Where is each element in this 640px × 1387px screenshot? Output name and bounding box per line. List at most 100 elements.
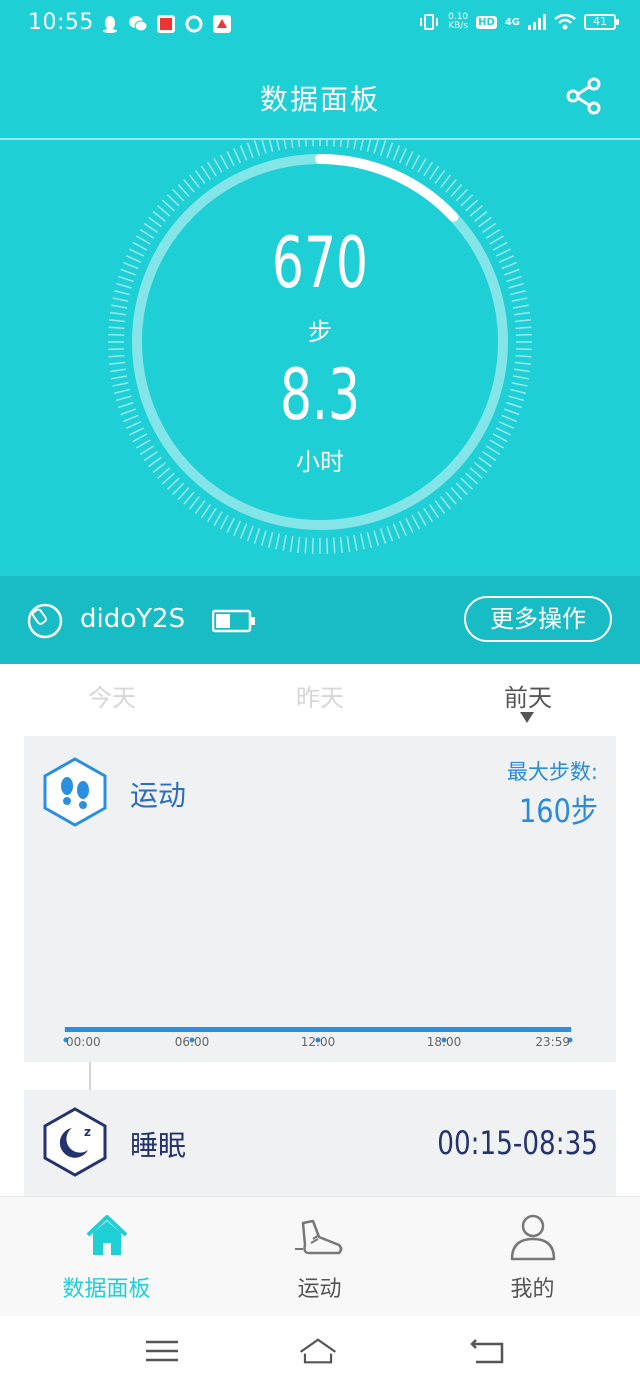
ring-tick (166, 194, 180, 207)
ring-tick (379, 140, 387, 156)
ring-tick (200, 165, 212, 180)
nav-me[interactable]: 我的 (426, 1197, 639, 1317)
ring-tick (312, 140, 314, 147)
ring-tick (386, 525, 394, 542)
home-nav-icon[interactable] (298, 1334, 338, 1368)
chart-tick-label: 12:00 (301, 1035, 336, 1049)
ring-tick (405, 517, 414, 533)
nav-dashboard[interactable]: 数据面板 (0, 1197, 213, 1317)
ring-tick (346, 535, 351, 553)
ring-tick (213, 158, 223, 173)
page-title: 数据面板 (259, 83, 380, 116)
ring-tick (304, 537, 308, 554)
system-nav-bar (0, 1316, 640, 1387)
vibrate-icon (420, 14, 439, 30)
ring-tick (282, 534, 287, 551)
ring-tick (445, 491, 457, 505)
ring-tick (339, 140, 342, 148)
nav-me-label: 我的 (510, 1277, 555, 1302)
ring-tick (512, 304, 529, 309)
signal-icon (528, 14, 546, 30)
ring-tick (177, 183, 190, 197)
ring-tick (267, 531, 274, 548)
menu-icon[interactable] (142, 1334, 182, 1368)
nav-sport[interactable]: 运动 (213, 1197, 426, 1317)
ring-tick (373, 530, 380, 546)
day-tabs: 今天 昨天 前天 (0, 664, 640, 734)
ring-tick (428, 165, 440, 180)
ring-tick (166, 477, 180, 490)
ring-tick (332, 537, 336, 554)
tab-yesterday[interactable]: 昨天 (220, 678, 420, 713)
ring-tick (219, 154, 229, 170)
wifi-icon (554, 14, 576, 30)
ring-tick (275, 533, 280, 550)
status-time: 10:55 (28, 10, 94, 35)
ring-tick (399, 520, 407, 536)
ring-tick (239, 145, 248, 161)
ring-tick (434, 500, 446, 514)
ring-tick (445, 179, 457, 193)
ring-tick (515, 348, 532, 351)
ring-tick (399, 148, 407, 164)
ring-tick (260, 530, 267, 546)
ring-tick (450, 487, 463, 501)
back-icon[interactable] (468, 1334, 508, 1368)
ring-tick (200, 504, 212, 519)
ring-tick (194, 500, 206, 514)
sleep-card[interactable]: z 睡眠 00:15-08:35 (24, 1090, 616, 1196)
chart-tick-label: 06:00 (175, 1035, 210, 1049)
net-speed-unit: KB/s (448, 21, 469, 31)
wechat-icon (129, 16, 148, 32)
ring-tick (311, 537, 314, 554)
ring-tick (460, 194, 474, 207)
ring-tick (440, 174, 452, 189)
more-actions-button[interactable]: 更多操作 (464, 596, 612, 642)
ring-tick (450, 183, 463, 197)
ring-tick (276, 140, 280, 151)
ring-tick (253, 140, 261, 156)
device-battery-icon (212, 609, 255, 633)
ring-tick (298, 140, 301, 148)
ring-tick (405, 151, 414, 167)
ring-tick (188, 495, 200, 510)
ring-tick (226, 517, 235, 533)
device-name: didoY2S (80, 604, 186, 634)
nav-sport-label: 运动 (297, 1277, 342, 1302)
ring-tick (226, 151, 235, 167)
chart-tick-label: 23:59 (535, 1035, 570, 1049)
ring-tick (261, 140, 267, 154)
ring-tick (428, 504, 440, 519)
ring-tick (465, 199, 479, 212)
hours-unit: 小时 (296, 448, 344, 476)
activity-card[interactable]: 运动 最大步数: 160步 00:00 06:00 12:00 18:00 23:59 (24, 736, 616, 1062)
network-type: 4G (504, 16, 520, 28)
ring-tick (473, 210, 488, 222)
share-icon[interactable] (564, 76, 604, 116)
ring-tick (297, 536, 301, 553)
ring-tick (233, 148, 241, 164)
ring-tick (326, 140, 328, 147)
browser-icon (185, 15, 203, 33)
tab-day-before-yesterday[interactable]: 前天 (428, 678, 628, 713)
ring-tick (194, 170, 206, 184)
moon-sleep-icon: z (43, 1107, 107, 1177)
qq-icon (103, 16, 117, 33)
ring-tick (411, 154, 421, 170)
ring-tick (353, 534, 358, 551)
ring-tick (253, 528, 261, 544)
sleep-title: 睡眠 (130, 1129, 187, 1162)
ring-tick (108, 348, 125, 351)
ring-tick (417, 158, 427, 173)
hours-value: 8.3 (279, 354, 361, 436)
activity-chart: 00:00 06:00 12:00 18:00 23:59 (63, 1027, 573, 1049)
tab-today[interactable]: 今天 (12, 678, 212, 713)
ring-tick (460, 477, 474, 490)
ring-tick (434, 170, 446, 184)
ring-tick (177, 487, 190, 501)
ring-tick (360, 140, 364, 151)
ring-tick (172, 188, 185, 202)
person-icon (510, 1214, 556, 1261)
ring-tick (233, 520, 241, 536)
ring-tick (440, 495, 452, 510)
